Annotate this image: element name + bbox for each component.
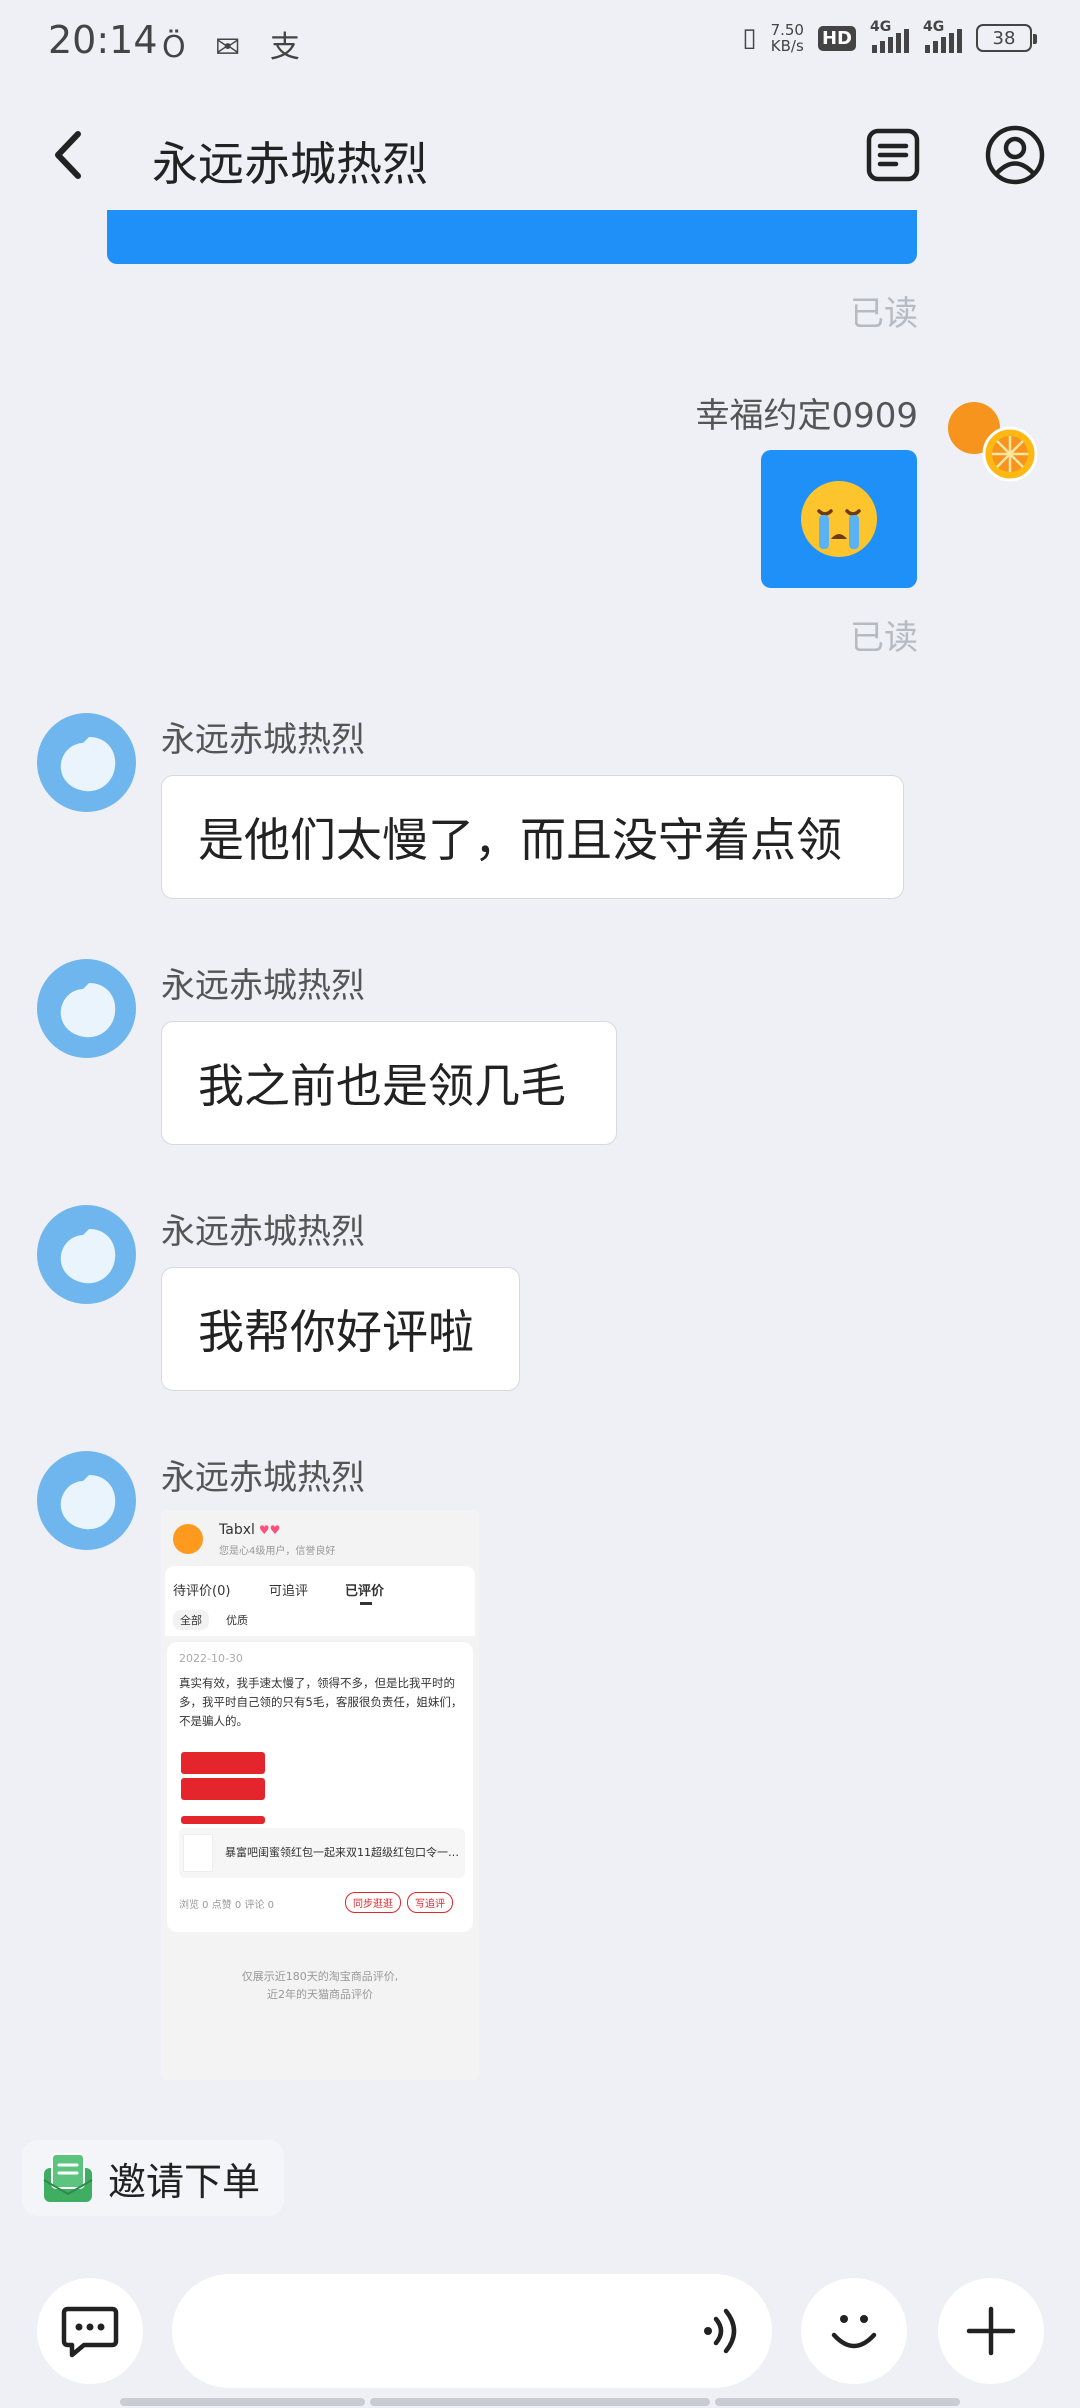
sender-name-other: 永远赤城热烈 xyxy=(161,1458,365,1498)
quick-reply-button[interactable] xyxy=(37,2278,143,2384)
back-button[interactable] xyxy=(40,122,100,188)
sender-name-other: 永远赤城热烈 xyxy=(161,966,365,1006)
status-time: 20:14 xyxy=(48,18,158,62)
read-receipt: 已读 xyxy=(850,618,918,658)
gesture-bar xyxy=(715,2398,960,2406)
sticker-message[interactable] xyxy=(761,450,917,588)
droplet-avatar-icon xyxy=(60,983,116,1038)
droplet-avatar-icon xyxy=(60,1229,116,1284)
avatar-other[interactable] xyxy=(37,1205,136,1304)
avatar-other[interactable] xyxy=(37,1451,136,1550)
more-button[interactable] xyxy=(938,2278,1044,2384)
chevron-left-icon xyxy=(55,131,81,179)
crying-face-icon xyxy=(801,481,877,557)
screenshot-avatar xyxy=(173,1524,203,1554)
status-bar: 20:14 Ö ✉ 支 ▯ 7.50 KB/s HD 4G 4G 38 xyxy=(0,0,1080,82)
user-icon xyxy=(985,125,1045,185)
text-message[interactable]: 我之前也是领几毛 xyxy=(161,1021,617,1145)
signal-icon: 4G xyxy=(870,19,909,53)
emoji-button[interactable] xyxy=(801,2278,907,2384)
smiley-icon xyxy=(831,2315,877,2349)
avatar-other[interactable] xyxy=(37,713,136,812)
sender-name-other: 永远赤城热烈 xyxy=(161,1212,365,1252)
alarm-icon: Ö xyxy=(162,30,196,65)
net-speed: 7.50 KB/s xyxy=(770,21,804,55)
alipay-icon: 支 xyxy=(269,30,310,65)
gesture-bar xyxy=(120,2398,365,2406)
voice-icon xyxy=(704,2308,737,2354)
droplet-avatar-icon xyxy=(60,1475,116,1530)
notes-button[interactable] xyxy=(862,124,924,186)
droplet-avatar-icon xyxy=(60,737,116,792)
battery-icon: 38 xyxy=(976,24,1037,52)
read-receipt: 已读 xyxy=(850,294,918,334)
text-message[interactable]: 是他们太慢了，而且没守着点领 xyxy=(161,775,904,899)
message-input[interactable] xyxy=(172,2274,772,2388)
invite-order-button[interactable]: 邀请下单 xyxy=(22,2140,284,2216)
heart-icon: ♥♥ xyxy=(258,1523,281,1537)
avatar-other[interactable] xyxy=(37,959,136,1058)
chat-header: 永远赤城热烈 xyxy=(0,100,1080,210)
image-message[interactable]: Tabxl ♥♥ 您是心4级用户，信誉良好 待评价(0) 可追评 已评价 全部 优… xyxy=(161,1510,479,2080)
hd-badge: HD xyxy=(817,25,856,51)
gesture-bar xyxy=(370,2398,710,2406)
previous-card-message[interactable] xyxy=(107,210,917,264)
chat-title: 永远赤城热烈 xyxy=(152,137,428,191)
invite-order-icon xyxy=(43,2153,93,2202)
sender-name-me: 幸福约定0909 xyxy=(695,396,918,436)
document-icon xyxy=(866,128,920,182)
wechat-icon: ✉ xyxy=(215,30,251,65)
chat-bubble-icon xyxy=(61,2306,119,2358)
vibrate-icon: ▯ xyxy=(742,23,757,53)
avatar-me[interactable] xyxy=(944,398,1040,494)
text-message[interactable]: 我帮你好评啦 xyxy=(161,1267,520,1391)
signal-icon: 4G xyxy=(923,19,962,53)
orange-avatar-icon xyxy=(948,402,1038,482)
profile-button[interactable] xyxy=(984,124,1046,186)
plus-icon xyxy=(966,2306,1016,2356)
invite-order-label: 邀请下单 xyxy=(108,2159,261,2204)
sender-name-other: 永远赤城热烈 xyxy=(161,720,365,760)
